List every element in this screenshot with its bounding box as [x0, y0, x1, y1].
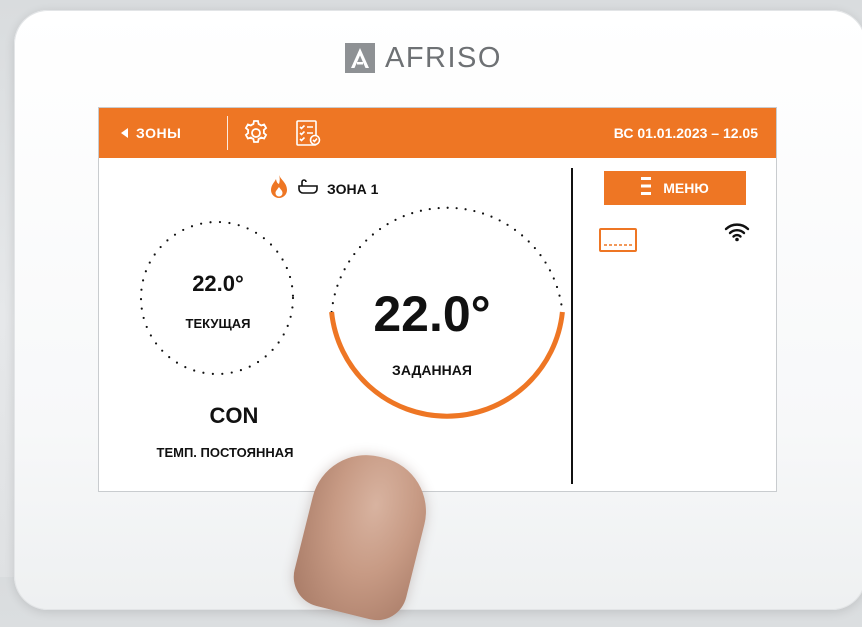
device-icon	[599, 228, 637, 256]
setpoint-temperature-label: ЗАДАННАЯ	[392, 362, 472, 378]
brand: AFRISO	[345, 38, 502, 78]
afriso-logo-icon	[345, 43, 375, 73]
menu-button[interactable]: МЕНЮ	[604, 171, 746, 205]
current-temperature-label: ТЕКУЩАЯ	[185, 316, 251, 331]
mode-code: CON	[209, 403, 259, 428]
wifi-icon	[724, 222, 750, 246]
panel-divider	[571, 168, 573, 484]
brand-name: AFRISO	[385, 41, 502, 74]
menu-label: МЕНЮ	[663, 180, 709, 196]
current-temp-dial	[139, 220, 295, 376]
setpoint-temperature[interactable]: 22.0°	[357, 284, 507, 344]
thermostat-screen: ЗОНЫ ВС 01.01.2023 – 12.05 ЗОНА 1 22.0° …	[99, 108, 776, 491]
current-temperature: 22.0°	[192, 271, 244, 296]
menu-bars-icon	[641, 177, 652, 199]
mode-label: ТЕМП. ПОСТОЯННАЯ	[156, 445, 294, 460]
